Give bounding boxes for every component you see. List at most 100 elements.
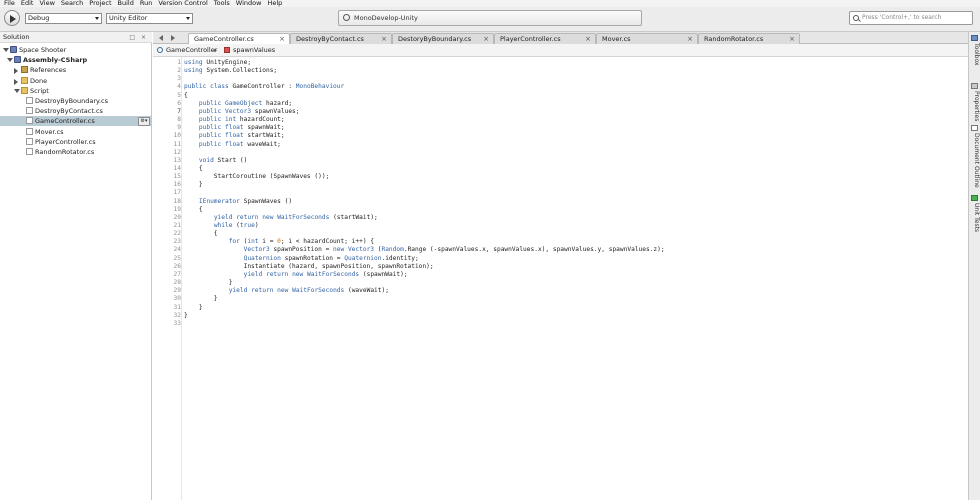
menu-run[interactable]: Run xyxy=(137,0,155,7)
info-icon xyxy=(343,14,350,21)
configuration-value: Debug xyxy=(28,14,50,22)
tree-item-playercontroller-cs[interactable]: PlayerController.cs xyxy=(0,137,152,147)
code-line[interactable]: public Vector3 spawnValues; xyxy=(184,108,300,116)
line-number: 13 xyxy=(173,156,181,164)
tree-item-destroybycontact-cs[interactable]: DestroyByContact.cs xyxy=(0,106,152,116)
target-value: Unity Editor xyxy=(109,14,148,22)
expanded-arrow-icon[interactable] xyxy=(14,88,20,93)
menu-view[interactable]: View xyxy=(36,0,57,7)
code-line[interactable]: public GameObject hazard; xyxy=(184,100,292,108)
tree-item-assembly-csharp[interactable]: Assembly-CSharp xyxy=(0,55,152,65)
global-search-input[interactable]: Press 'Control+,' to search xyxy=(849,11,973,25)
tab-destroybycontact[interactable]: DestroyByContact.cs × xyxy=(290,33,392,44)
line-number: 31 xyxy=(173,303,181,311)
close-icon[interactable]: × xyxy=(279,34,285,44)
tab-scroll-left-icon[interactable] xyxy=(159,35,163,41)
document-outline-pad-tab[interactable]: Document Outline xyxy=(970,133,980,188)
unit-tests-icon xyxy=(971,195,978,201)
tree-item-script[interactable]: Script xyxy=(0,86,152,96)
tab-mover[interactable]: Mover.cs × xyxy=(596,33,698,44)
code-line[interactable]: public float waveWait; xyxy=(184,141,281,149)
code-line[interactable]: while (true) xyxy=(184,222,259,230)
menu-file[interactable]: File xyxy=(0,0,18,7)
toolbox-pad-tab[interactable]: Toolbox xyxy=(970,43,980,66)
close-icon[interactable]: × xyxy=(789,34,795,44)
tree-item-mover-cs[interactable]: Mover.cs xyxy=(0,127,152,137)
close-icon[interactable]: × xyxy=(585,34,591,44)
tab-scroll-right-icon[interactable] xyxy=(171,35,175,41)
row-options-button[interactable]: ⚙▾ xyxy=(138,117,150,127)
collapsed-arrow-icon[interactable] xyxy=(14,68,18,75)
code-line[interactable]: public float startWait; xyxy=(184,132,285,140)
line-number: 17 xyxy=(173,189,181,197)
menu-search[interactable]: Search xyxy=(58,0,86,7)
code-line[interactable]: { xyxy=(184,206,203,214)
line-number: 29 xyxy=(173,287,181,295)
properties-pad-tab[interactable]: Properties xyxy=(970,91,980,121)
tree-item-references[interactable]: References xyxy=(0,65,152,75)
tree-item-done[interactable]: Done xyxy=(0,76,152,86)
code-editor[interactable]: 1 using UnityEngine; 2 using System.Collect… xyxy=(153,57,968,500)
code-line[interactable]: using UnityEngine; xyxy=(184,59,251,67)
menu-project[interactable]: Project xyxy=(86,0,114,7)
code-line[interactable]: Vector3 spawnPosition = new Vector3 (Ran… xyxy=(184,246,665,254)
code-line[interactable]: yield return new WaitForSeconds (waveWai… xyxy=(184,287,389,295)
code-line[interactable]: public float spawnWait; xyxy=(184,124,285,132)
code-line[interactable]: } xyxy=(184,181,203,189)
close-icon[interactable]: × xyxy=(381,34,387,44)
unit-tests-pad-tab[interactable]: Unit Tests xyxy=(970,203,980,232)
tree-item-gamecontroller-cs[interactable]: GameController.cs ⚙▾ xyxy=(0,116,152,127)
run-button[interactable] xyxy=(4,10,20,26)
code-line[interactable]: using System.Collections; xyxy=(184,67,277,75)
breadcrumb-class[interactable]: GameController xyxy=(166,44,217,56)
close-icon[interactable]: × xyxy=(687,34,693,44)
tab-randomrotator[interactable]: RandomRotator.cs × xyxy=(698,33,800,44)
tree-item-destroybyboundary-cs[interactable]: DestroyByBoundary.cs xyxy=(0,96,152,106)
code-line[interactable]: Quaternion spawnRotation = Quaternion.id… xyxy=(184,255,419,263)
code-line[interactable]: yield return new WaitForSeconds (startWa… xyxy=(184,214,378,222)
tree-item-randomrotator-cs[interactable]: RandomRotator.cs xyxy=(0,147,152,157)
cs-file-icon xyxy=(26,97,33,104)
code-line[interactable]: IEnumerator SpawnWaves () xyxy=(184,198,292,206)
line-number: 4 xyxy=(177,83,181,91)
tab-destorybyboundary[interactable]: DestoryByBoundary.cs × xyxy=(392,33,494,44)
tab-label: Mover.cs xyxy=(602,35,631,43)
solution-pad-title: Solution xyxy=(3,33,30,41)
menu-help[interactable]: Help xyxy=(264,0,285,7)
close-icon[interactable]: × xyxy=(483,34,489,44)
menu-tools[interactable]: Tools xyxy=(211,0,233,7)
tab-playercontroller[interactable]: PlayerController.cs × xyxy=(494,33,596,44)
expanded-arrow-icon[interactable] xyxy=(7,58,13,63)
code-line[interactable]: } xyxy=(184,279,233,287)
code-line[interactable]: Instantiate (hazard, spawnPosition, spaw… xyxy=(184,263,434,271)
solution-pad: Solution □ × Space Shooter Assembly-CShar… xyxy=(0,32,152,500)
menu-build[interactable]: Build xyxy=(115,0,137,7)
menu-version-control[interactable]: Version Control xyxy=(155,0,210,7)
code-line[interactable]: { xyxy=(184,230,218,238)
expanded-arrow-icon[interactable] xyxy=(3,48,9,52)
code-line[interactable]: for (int i = 0; i < hazardCount; i++) { xyxy=(184,238,374,246)
breadcrumb-member[interactable]: spawnValues xyxy=(233,44,275,56)
code-line[interactable]: void Start () xyxy=(184,157,247,165)
document-outline-icon xyxy=(971,125,978,131)
code-line[interactable]: public class GameController : MonoBehavi… xyxy=(184,83,344,91)
configuration-select[interactable]: Debug xyxy=(25,13,102,24)
code-line[interactable]: yield return new WaitForSeconds (spawnWa… xyxy=(184,271,408,279)
code-line[interactable]: { xyxy=(184,165,203,173)
collapsed-arrow-icon[interactable] xyxy=(14,78,18,85)
code-line[interactable]: } xyxy=(184,295,218,303)
code-line[interactable]: } xyxy=(184,312,188,320)
pad-window-buttons[interactable]: □ × xyxy=(129,33,148,43)
folder-icon xyxy=(21,76,28,84)
code-line[interactable]: } xyxy=(184,304,203,312)
code-line[interactable]: { xyxy=(184,92,188,100)
target-select[interactable]: Unity Editor xyxy=(106,13,193,24)
line-number: 3 xyxy=(177,75,181,83)
tree-item-space-shooter[interactable]: Space Shooter xyxy=(0,45,152,55)
tree-item-label: Space Shooter xyxy=(19,46,67,54)
properties-icon xyxy=(971,83,978,89)
menu-edit[interactable]: Edit xyxy=(18,0,37,7)
menu-window[interactable]: Window xyxy=(233,0,265,7)
code-line[interactable]: StartCoroutine (SpawnWaves ()); xyxy=(184,173,330,181)
code-line[interactable]: public int hazardCount; xyxy=(184,116,285,124)
